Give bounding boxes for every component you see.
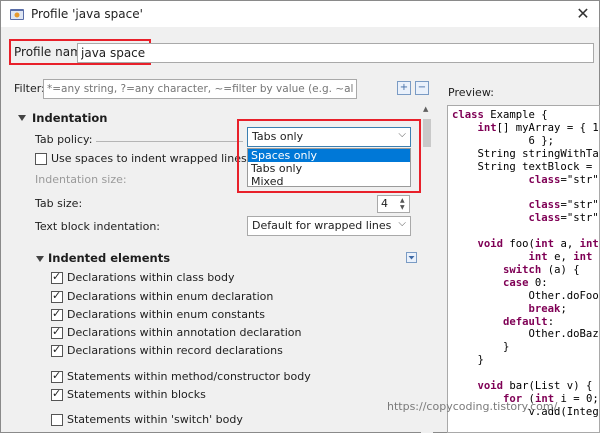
indented-item-label: Statements within method/constructor bod… <box>67 370 311 383</box>
indentation-size-label: Indentation size: <box>35 173 127 186</box>
tab-policy-label: Tab policy: <box>35 133 93 146</box>
code-preview: class Example { int[] myArray = { 1, 6 }… <box>447 105 600 433</box>
tab-policy-dropdown[interactable]: Tabs only ⌵ <box>247 127 411 147</box>
indented-item-checkbox[interactable] <box>51 325 63 339</box>
indented-item-checkbox[interactable] <box>51 289 63 303</box>
text-block-value: Default for wrapped lines <box>252 219 392 232</box>
indented-item-checkbox[interactable] <box>51 307 63 321</box>
indented-item-label: Declarations within annotation declarati… <box>67 326 302 339</box>
window-title: Profile 'java space' <box>31 7 143 21</box>
filter-label: Filter: <box>14 82 45 95</box>
indented-item-checkbox[interactable] <box>51 270 63 284</box>
collapse-all-icon[interactable]: − <box>415 81 429 95</box>
scrollbar-thumb[interactable] <box>423 119 431 147</box>
indented-item-checkbox[interactable] <box>51 387 63 401</box>
dropdown-option-tabs-only[interactable]: Tabs only <box>248 162 410 175</box>
indented-item-label: Declarations within class body <box>67 271 235 284</box>
watermark-text: https://copycoding.tistory.com/ <box>387 400 558 413</box>
filter-input[interactable] <box>43 79 357 99</box>
tab-size-label: Tab size: <box>35 197 83 210</box>
indented-item-label: Declarations within enum constants <box>67 308 265 321</box>
text-block-dropdown[interactable]: Default for wrapped lines ⌵ <box>247 216 411 236</box>
collapse-triangle-icon[interactable] <box>18 115 26 121</box>
chevron-down-icon: ⌵ <box>398 129 406 140</box>
code-preview-text: class Example { int[] myArray = { 1, 6 }… <box>452 109 599 418</box>
dropdown-option-mixed[interactable]: Mixed <box>248 175 410 188</box>
tab-policy-leader-line <box>96 141 243 142</box>
collapse-triangle-icon[interactable] <box>36 256 44 262</box>
preview-label: Preview: <box>448 86 494 99</box>
indented-item-checkbox[interactable] <box>51 369 63 383</box>
title-bar: Profile 'java space' ✕ <box>1 1 599 27</box>
profile-name-input[interactable] <box>77 43 594 63</box>
indented-item-label: Declarations within record declarations <box>67 344 283 357</box>
indented-item-label: Statements within blocks <box>67 388 206 401</box>
dropdown-option-spaces-only[interactable]: Spaces only <box>248 149 410 162</box>
indentation-header: Indentation <box>32 111 108 125</box>
use-spaces-label: Use spaces to indent wrapped lines <box>51 152 247 165</box>
indented-item-checkbox[interactable] <box>51 414 63 426</box>
settings-scrollbar[interactable]: ▲ <box>421 101 433 433</box>
filter-icon[interactable] <box>406 252 417 263</box>
eclipse-app-icon <box>10 9 24 20</box>
tab-policy-options-list: Spaces only Tabs only Mixed <box>247 148 411 188</box>
chevron-down-icon: ⌵ <box>398 218 406 229</box>
indented-item-label: Statements within 'switch' body <box>67 413 243 426</box>
tab-size-spinner[interactable]: 4 ▲ ▼ <box>377 195 410 213</box>
use-spaces-checkbox[interactable] <box>35 153 47 165</box>
indented-item-checkbox[interactable] <box>51 343 63 357</box>
tab-size-value: 4 <box>381 197 388 210</box>
expand-all-icon[interactable]: + <box>397 81 411 95</box>
scroll-up-icon[interactable]: ▲ <box>423 105 428 113</box>
spinner-arrows-icon[interactable]: ▲ ▼ <box>400 197 408 211</box>
indented-elements-header: Indented elements <box>48 251 171 265</box>
tab-policy-value: Tabs only <box>252 130 304 143</box>
indented-item-label: Declarations within enum declaration <box>67 290 274 303</box>
close-icon[interactable]: ✕ <box>573 4 593 24</box>
text-block-label: Text block indentation: <box>35 220 161 233</box>
